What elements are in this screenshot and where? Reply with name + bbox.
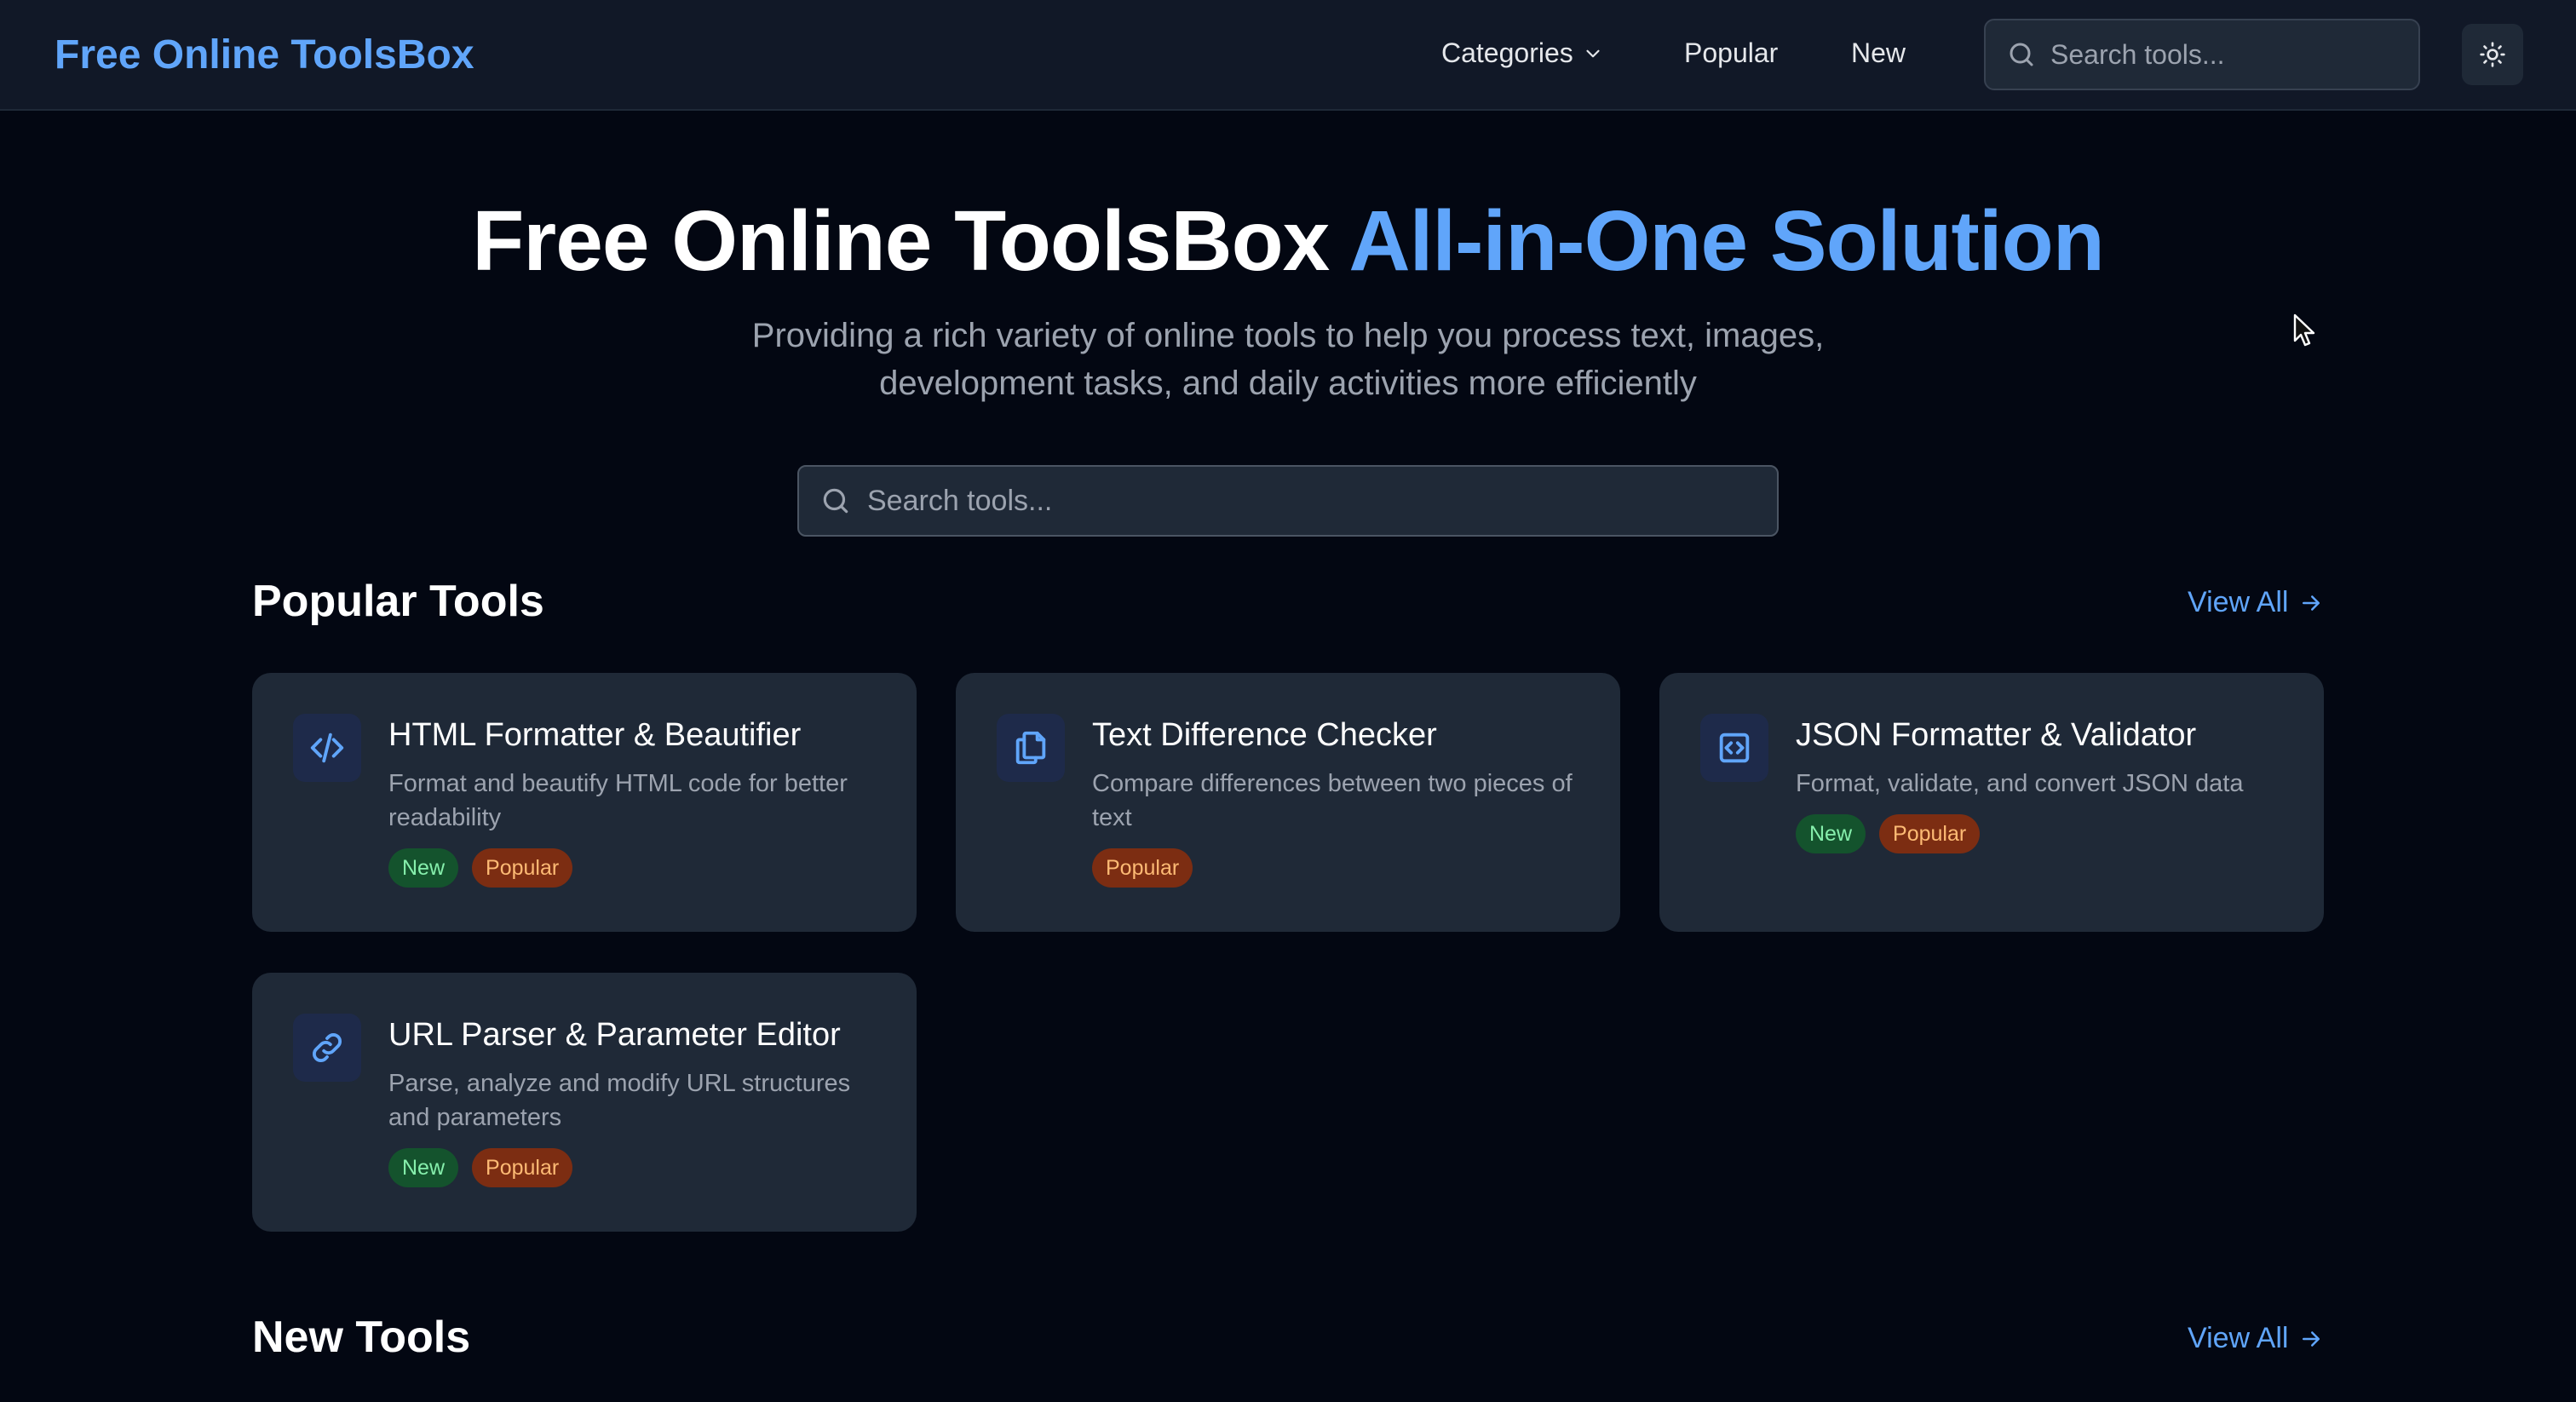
card-icon-box (997, 714, 1065, 782)
card-icon-box (293, 1014, 361, 1082)
tool-card-description: Compare differences between two pieces o… (1092, 770, 1573, 831)
top-navbar: Free Online ToolsBox Categories Popular … (0, 0, 2576, 111)
nav-categories-dropdown[interactable]: Categories (1441, 37, 1604, 69)
badge-popular: Popular (1092, 848, 1193, 888)
tool-card-title: HTML Formatter & Beautifier (388, 717, 802, 753)
copy-icon (1015, 731, 1046, 765)
popular-tools-heading: Popular Tools (252, 577, 544, 626)
hero-search-box[interactable] (797, 465, 1779, 537)
sun-icon (2480, 42, 2505, 67)
search-icon (823, 488, 848, 514)
tool-card-title: URL Parser & Parameter Editor (388, 1017, 841, 1053)
badge-group: New Popular (388, 1148, 573, 1187)
nav-new-link[interactable]: New (1851, 37, 1906, 69)
popular-view-all-link[interactable]: View All (2188, 586, 2324, 619)
nav-popular-link[interactable]: Popular (1684, 37, 1778, 69)
view-all-label: View All (2188, 586, 2289, 618)
new-tools-heading: New Tools (252, 1313, 471, 1362)
badge-popular: Popular (1879, 814, 1981, 853)
hero-subtitle: Providing a rich variety of online tools… (692, 312, 1884, 407)
tool-card-url-parser[interactable]: URL Parser & Parameter Editor Parse, ana… (252, 973, 917, 1232)
header-search-input[interactable] (2050, 38, 2408, 71)
badge-popular: Popular (472, 848, 573, 888)
search-icon (2010, 43, 2033, 66)
tool-card-title: Text Difference Checker (1092, 717, 1437, 753)
tool-card-html-formatter[interactable]: HTML Formatter & Beautifier Format and b… (252, 673, 917, 932)
mouse-cursor-icon (2293, 313, 2315, 347)
tool-card-title: JSON Formatter & Validator (1796, 717, 2197, 753)
view-all-label: View All (2188, 1322, 2289, 1354)
tool-card-description: Format, validate, and convert JSON data (1796, 770, 2244, 797)
badge-popular: Popular (472, 1148, 573, 1187)
badge-group: New Popular (1796, 814, 1981, 853)
site-logo[interactable]: Free Online ToolsBox (55, 0, 474, 109)
code-square-icon (1719, 733, 1750, 763)
hero-subtitle-line1: Providing a rich variety of online tools… (751, 317, 1825, 354)
card-icon-box (293, 714, 361, 782)
tool-card-description: Format and beautify HTML code for better… (388, 770, 848, 831)
badge-group: New Popular (388, 848, 573, 888)
arrow-right-icon (2303, 1330, 2320, 1347)
badge-new: New (388, 1148, 459, 1187)
badge-group: Popular (1092, 848, 1193, 888)
link-icon (313, 1033, 342, 1062)
header-search-box[interactable] (1984, 19, 2420, 90)
hero-subtitle-line2: development tasks, and daily activities … (879, 365, 1697, 402)
theme-toggle-button[interactable] (2462, 24, 2523, 85)
badge-new: New (388, 848, 459, 888)
tool-card-text-diff[interactable]: Text Difference Checker Compare differen… (956, 673, 1620, 932)
hero-title: Free Online ToolsBox All-in-One Solution (0, 192, 2576, 290)
tool-card-json-formatter[interactable]: JSON Formatter & Validator Format, valid… (1659, 673, 2324, 932)
hero-search-input[interactable] (867, 484, 1770, 518)
nav-categories-label: Categories (1441, 37, 1573, 68)
tool-card-description: Parse, analyze and modify URL structures… (388, 1070, 851, 1131)
code-icon (310, 733, 344, 763)
hero-title-main: Free Online ToolsBox (472, 193, 1330, 289)
arrow-right-icon (2303, 595, 2320, 611)
hero-title-accent: All-in-One Solution (1348, 193, 2104, 289)
new-view-all-link[interactable]: View All (2188, 1322, 2324, 1355)
card-icon-box (1700, 714, 1768, 782)
badge-new: New (1796, 814, 1866, 853)
chevron-down-icon (1586, 49, 1600, 57)
